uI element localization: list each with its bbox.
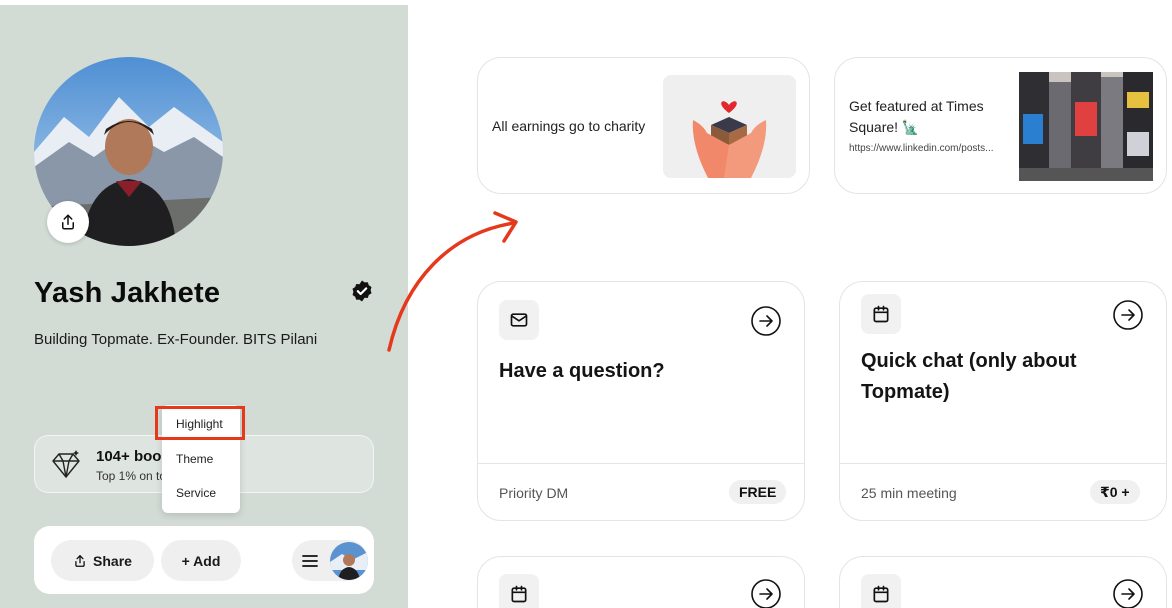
calendar-icon <box>511 585 527 603</box>
service-icon-box <box>861 294 901 334</box>
charity-hands-icon <box>692 101 767 178</box>
menu-item-theme[interactable]: Theme <box>176 452 213 466</box>
menu-item-highlight[interactable]: Highlight <box>176 417 223 431</box>
profile-bio: Building Topmate. Ex-Founder. BITS Pilan… <box>34 331 318 348</box>
mail-icon <box>510 313 528 327</box>
charity-image <box>663 75 796 178</box>
calendar-icon <box>873 585 889 603</box>
arrow-right-circle-icon[interactable] <box>1113 300 1143 330</box>
service-title: Have a question? <box>499 360 665 382</box>
arrow-right-circle-icon[interactable] <box>751 579 781 608</box>
service-icon-box <box>499 300 539 340</box>
service-divider <box>840 463 1166 464</box>
share-button[interactable]: Share <box>51 540 154 581</box>
add-button[interactable]: + Add <box>161 540 241 581</box>
highlight-text: All earnings go to charity <box>492 118 646 134</box>
highlight-card-charity[interactable]: All earnings go to charity <box>477 57 810 194</box>
bookings-rank: Top 1% on to <box>96 469 167 483</box>
service-title: Quick chat (only about Topmate) <box>861 350 1077 403</box>
service-card-partial[interactable] <box>477 556 805 608</box>
upload-icon <box>62 214 74 230</box>
menu-item-service[interactable]: Service <box>176 486 216 500</box>
calendar-icon <box>873 305 889 323</box>
arrow-right-circle-icon[interactable] <box>1113 579 1143 608</box>
share-profile-button[interactable] <box>47 201 89 243</box>
service-card-question[interactable]: Have a question? Priority DM FREE <box>477 281 805 521</box>
upload-icon <box>75 554 85 567</box>
user-avatar-small <box>330 541 368 580</box>
bookings-count: 104+ bool <box>96 448 166 465</box>
menu-button[interactable] <box>292 540 368 581</box>
profile-panel: Yash Jakhete Building Topmate. Ex-Founde… <box>0 5 408 608</box>
bottom-action-bar: Share + Add <box>34 526 374 594</box>
service-divider <box>478 463 804 464</box>
verified-badge-icon <box>352 280 372 302</box>
share-button-label: Share <box>93 552 132 569</box>
service-card-partial[interactable] <box>839 556 1167 608</box>
highlight-text: Get featured at Times Square! 🗽 <box>849 98 984 135</box>
add-dropdown-menu: Highlight Theme Service <box>162 405 240 513</box>
arrow-right-circle-icon[interactable] <box>751 306 781 336</box>
service-meta: 25 min meeting <box>861 485 957 501</box>
add-button-label: + Add <box>181 552 221 569</box>
service-card-quick-chat[interactable]: Quick chat (only about Topmate) 25 min m… <box>839 281 1167 521</box>
highlight-card-times-square[interactable]: Get featured at Times Square! 🗽 https://… <box>834 57 1167 194</box>
service-price: ₹0 + <box>1090 480 1140 504</box>
profile-name: Yash Jakhete <box>34 277 221 309</box>
times-square-image <box>1019 72 1153 181</box>
diamond-icon <box>52 450 80 478</box>
service-icon-box <box>499 574 539 608</box>
highlight-link[interactable]: https://www.linkedin.com/posts... <box>849 143 994 154</box>
hamburger-menu-icon <box>302 554 318 567</box>
service-price: FREE <box>729 480 787 504</box>
service-meta: Priority DM <box>499 485 569 501</box>
service-icon-box <box>861 574 901 608</box>
